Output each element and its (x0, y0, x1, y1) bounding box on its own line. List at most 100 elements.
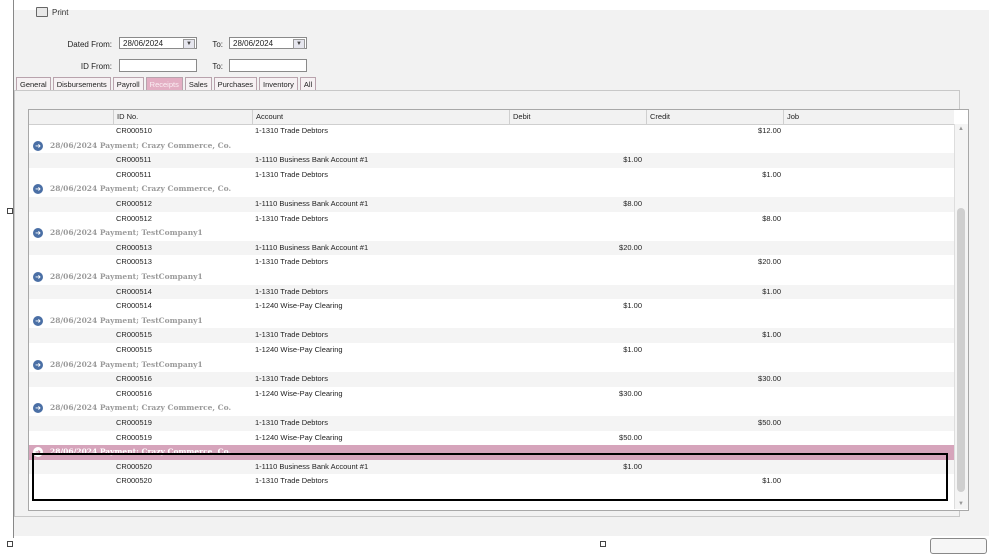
id-cell: CR000511 (116, 155, 152, 165)
account-cell: 1-1310 Trade Debtors (255, 257, 328, 267)
table-row[interactable]: CR000519 1-1310 Trade Debtors $50.00 (29, 416, 954, 431)
id-cell: CR000519 (116, 432, 152, 442)
account-cell: 1-1110 Business Bank Account #1 (255, 155, 369, 165)
account-cell: 1-1240 Wise-Pay Clearing (255, 345, 343, 354)
expand-arrow-icon[interactable]: ➜ (33, 228, 43, 239)
grid-header: ID No. Account Debit Credit Job (29, 110, 954, 125)
column-header-expand (29, 110, 113, 124)
account-cell: 1-1110 Business Bank Account #1 (255, 461, 369, 471)
account-cell: 1-1110 Business Bank Account #1 (255, 242, 369, 252)
id-cell: CR000510 (116, 126, 152, 135)
table-row[interactable]: CR000516 1-1310 Trade Debtors $30.00 (29, 372, 954, 387)
transaction-group-row[interactable]: ➜ 28/06/2024 Payment; TestCompany1 (29, 270, 954, 285)
scroll-up-icon[interactable]: ▲ (958, 126, 964, 132)
expand-arrow-icon[interactable]: ➜ (33, 140, 43, 151)
column-header-job[interactable]: Job (783, 110, 954, 124)
credit-cell: $1.00 (762, 286, 781, 296)
table-row[interactable]: CR000520 1-1110 Business Bank Account #1 $… (29, 459, 954, 475)
id-cell: CR000512 (116, 199, 152, 208)
id-cell: CR000511 (116, 169, 152, 179)
table-row[interactable]: CR000512 1-1110 Business Bank Account #1 $… (29, 197, 954, 212)
expand-arrow-icon[interactable]: ➜ (33, 184, 43, 195)
table-row[interactable]: CR000515 1-1240 Wise-Pay Clearing $1.00 (29, 343, 954, 358)
id-cell: CR000519 (116, 418, 152, 427)
table-row[interactable]: CR000510 1-1310 Trade Debtors $12.00 (29, 124, 954, 139)
id-cell: CR000514 (116, 301, 152, 311)
dated-to-field[interactable]: 28/06/2024 ▼ (229, 37, 307, 49)
group-row-label: 28/06/2024 Payment; TestCompany1 (50, 315, 203, 325)
resize-handle[interactable] (7, 208, 13, 214)
column-header-id[interactable]: ID No. (113, 110, 252, 124)
table-row[interactable]: CR000513 1-1310 Trade Debtors $20.00 (29, 255, 954, 270)
table-row[interactable]: CR000514 1-1310 Trade Debtors $1.00 (29, 284, 954, 300)
transaction-group-row[interactable]: ➜ 28/06/2024 Payment; Crazy Commerce, Co. (29, 182, 954, 197)
debit-cell: $30.00 (619, 388, 642, 398)
credit-cell (646, 197, 781, 212)
tab-inventory[interactable]: Inventory (259, 77, 298, 91)
tab-sales[interactable]: Sales (184, 77, 212, 91)
group-row-label: 28/06/2024 Payment; Crazy Commerce, Co. (50, 447, 232, 457)
calendar-dropdown-icon[interactable]: ▼ (293, 39, 305, 49)
tab-purchases[interactable]: Purchases (213, 77, 258, 91)
tab-general[interactable]: General (16, 77, 51, 91)
window-button[interactable] (930, 538, 987, 554)
transaction-group-row[interactable]: ➜ 28/06/2024 Payment; Crazy Commerce, Co. (29, 401, 954, 416)
expand-arrow-icon[interactable]: ➜ (33, 315, 43, 326)
transaction-group-row[interactable]: ➜ 28/06/2024 Payment; Crazy Commerce, Co. (29, 139, 954, 154)
tab-all[interactable]: All (299, 77, 317, 91)
table-row[interactable]: CR000514 1-1240 Wise-Pay Clearing $1.00 (29, 299, 954, 314)
debit-cell: $1.00 (623, 301, 642, 311)
table-row[interactable]: CR000513 1-1110 Business Bank Account #1 $… (29, 240, 954, 256)
account-cell: 1-1240 Wise-Pay Clearing (255, 301, 343, 311)
table-row[interactable]: CR000519 1-1240 Wise-Pay Clearing $50.00 (29, 431, 954, 446)
debit-cell: $1.00 (623, 155, 642, 165)
debit-cell: $1.00 (623, 461, 642, 471)
expand-arrow-icon[interactable]: ➜ (33, 359, 43, 370)
id-cell: CR000513 (116, 257, 152, 267)
scrollbar-thumb[interactable] (957, 208, 965, 492)
tab-payroll[interactable]: Payroll (112, 77, 144, 91)
column-header-account[interactable]: Account (252, 110, 509, 124)
debit-cell (509, 124, 642, 139)
transaction-group-row[interactable]: ➜ 28/06/2024 Payment; TestCompany1 (29, 358, 954, 373)
id-to-input[interactable] (229, 59, 307, 72)
resize-handle[interactable] (600, 541, 606, 547)
id-cell: CR000520 (116, 461, 152, 471)
id-cell: CR000515 (116, 345, 152, 354)
id-cell: CR000516 (116, 374, 152, 384)
group-row-label: 28/06/2024 Payment; Crazy Commerce, Co. (50, 140, 232, 150)
expand-arrow-icon[interactable]: ➜ (33, 272, 43, 282)
column-header-debit[interactable]: Debit (509, 110, 646, 124)
dated-from-value: 28/06/2024 (123, 38, 164, 48)
scroll-down-icon[interactable]: ▼ (958, 501, 964, 507)
transaction-group-row[interactable]: ➜ 28/06/2024 Payment; TestCompany1 (29, 314, 954, 329)
debit-cell (509, 474, 642, 489)
id-cell: CR000512 (116, 213, 152, 223)
credit-cell: $20.00 (758, 257, 781, 267)
expand-arrow-icon[interactable]: ➜ (33, 403, 43, 414)
print-button[interactable]: Print (36, 6, 68, 18)
table-row[interactable]: CR000511 1-1110 Business Bank Account #1 $… (29, 153, 954, 168)
table-row[interactable]: CR000520 1-1310 Trade Debtors $1.00 (29, 474, 954, 489)
transaction-group-row[interactable]: ➜ 28/06/2024 Payment; TestCompany1 (29, 226, 954, 241)
table-row[interactable]: CR000516 1-1240 Wise-Pay Clearing $30.00 (29, 387, 954, 402)
credit-cell (646, 460, 781, 475)
debit-cell: $8.00 (623, 199, 642, 208)
table-row[interactable]: CR000515 1-1310 Trade Debtors $1.00 (29, 328, 954, 343)
id-cell: CR000516 (116, 388, 152, 398)
resize-handle[interactable] (7, 541, 13, 547)
credit-cell: $1.00 (762, 476, 781, 486)
expand-arrow-icon[interactable]: ➜ (33, 447, 43, 458)
vertical-scrollbar[interactable]: ▲ ▼ (954, 124, 968, 509)
account-cell: 1-1310 Trade Debtors (255, 374, 328, 384)
tab-receipts[interactable]: Receipts (145, 77, 183, 91)
credit-cell: $30.00 (758, 374, 781, 384)
credit-cell (646, 299, 781, 314)
table-row[interactable]: CR000511 1-1310 Trade Debtors $1.00 (29, 168, 954, 183)
transaction-group-row[interactable]: ➜ 28/06/2024 Payment; Crazy Commerce, Co. (29, 445, 954, 460)
table-row[interactable]: CR000512 1-1310 Trade Debtors $8.00 (29, 212, 954, 227)
group-row-label: 28/06/2024 Payment; TestCompany1 (50, 272, 203, 281)
debit-cell (509, 285, 642, 300)
column-header-credit[interactable]: Credit (646, 110, 783, 124)
tab-disbursements[interactable]: Disbursements (52, 77, 111, 91)
